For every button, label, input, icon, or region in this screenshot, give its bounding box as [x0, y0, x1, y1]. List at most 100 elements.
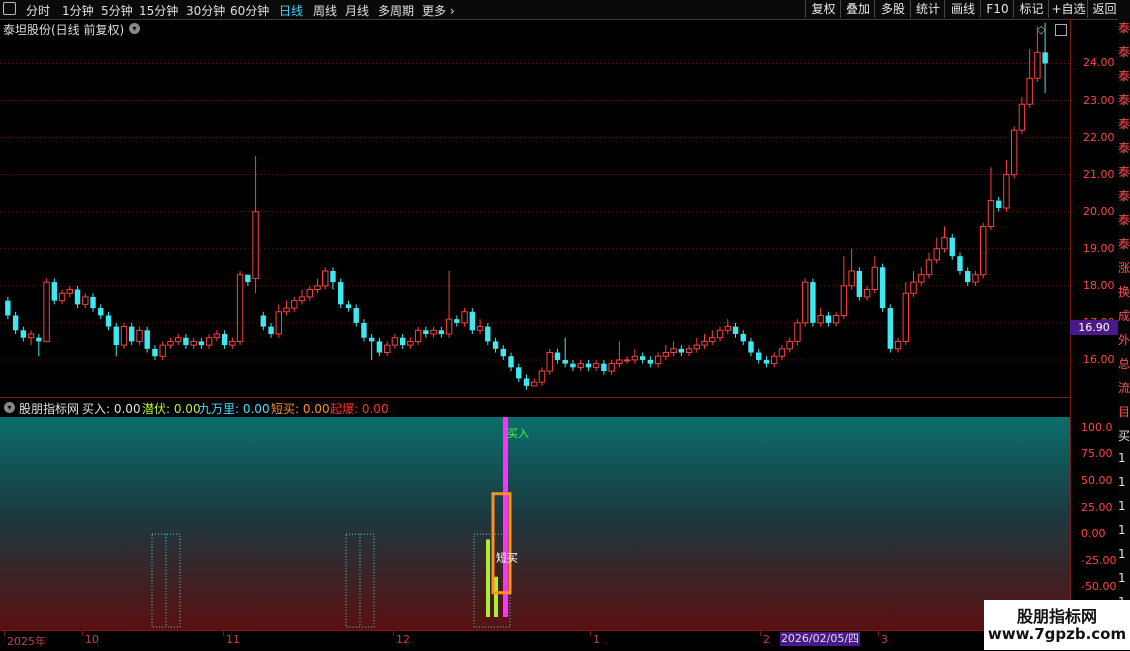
menu-icon[interactable]: [3, 2, 16, 15]
info-strip-char: 泰: [1118, 141, 1130, 155]
candle: [414, 326, 422, 346]
candle: [252, 156, 259, 294]
candle: [887, 304, 894, 353]
indicator-name: 股朋指标网: [19, 402, 80, 416]
period-tab[interactable]: 30分钟: [186, 2, 225, 19]
candle: [863, 285, 871, 301]
candle: [306, 285, 313, 301]
candle: [794, 319, 801, 346]
period-tab[interactable]: 日线: [279, 2, 303, 19]
period-tab[interactable]: 15分钟: [139, 2, 178, 19]
candle: [461, 308, 468, 327]
price-tick-label: 19.00: [1083, 241, 1115, 255]
candle: [639, 352, 646, 364]
info-strip-char: 泰: [1118, 21, 1130, 35]
candle: [361, 319, 367, 342]
candle: [407, 337, 414, 349]
candle: [58, 289, 66, 305]
period-tab[interactable]: 分时: [26, 2, 50, 19]
candle: [608, 359, 615, 375]
price-tick-label: 21.00: [1083, 167, 1115, 181]
right-info-strip: 泰泰泰泰泰泰泰泰泰泰涨换成外总流目买11111111: [1118, 19, 1130, 650]
candle: [245, 274, 251, 286]
period-tab[interactable]: 1分钟: [62, 2, 94, 19]
candle: [693, 337, 701, 353]
candle: [523, 374, 530, 390]
period-tab[interactable]: 60分钟: [230, 2, 269, 19]
indicator-tick-label: 100.0: [1081, 420, 1113, 434]
candle: [12, 311, 19, 334]
candle: [98, 304, 104, 320]
candle: [90, 293, 96, 312]
candle: [902, 282, 910, 346]
info-strip-char: 泰: [1118, 93, 1130, 107]
indicator-header: ▾ 股朋指标网 买入: 0.00 潜伏: 0.00 九万里: 0.00 短买: 0.0…: [0, 397, 1070, 417]
indicator-tick-label: -25.00: [1081, 553, 1117, 567]
toolbar-button[interactable]: +自选: [1048, 0, 1088, 18]
chevron-down-icon[interactable]: ▾: [4, 402, 15, 413]
current-date-marker: 2026/02/05/四: [780, 632, 860, 646]
indicator-value: 短买: 0.00: [271, 402, 330, 416]
candle: [190, 337, 197, 349]
indicator-value: 九万里: 0.00: [199, 402, 270, 416]
info-strip-char: 1: [1118, 523, 1126, 537]
info-strip-char: 流: [1118, 381, 1130, 395]
date-label: 1: [593, 633, 600, 646]
indicator-tick-label: -50.00: [1081, 580, 1117, 594]
candle: [616, 341, 623, 368]
candle: [198, 337, 205, 349]
info-strip-char: 1: [1118, 451, 1126, 465]
candle: [987, 167, 995, 231]
period-tab[interactable]: 多周期: [378, 2, 414, 19]
candle: [832, 311, 840, 327]
candle: [492, 337, 499, 353]
period-tab[interactable]: 5分钟: [101, 2, 133, 19]
toolbar-button[interactable]: 返回: [1087, 0, 1121, 18]
toolbar-button[interactable]: 叠加: [840, 0, 875, 18]
indicator-panel[interactable]: 买入 短买: [0, 417, 1070, 630]
period-tab[interactable]: 更多 ›: [422, 2, 455, 19]
price-tick-label: 23.00: [1083, 93, 1115, 107]
indicator-tick-label: 75.00: [1081, 447, 1113, 461]
toolbar-button[interactable]: 统计: [910, 0, 945, 18]
candle: [183, 334, 189, 349]
candle: [716, 326, 724, 342]
candle: [786, 337, 793, 353]
date-tick: [4, 631, 5, 636]
candle: [120, 322, 128, 349]
toolbar-button[interactable]: F10: [980, 0, 1014, 18]
candle: [1010, 126, 1018, 179]
price-tick-label: 22.00: [1083, 130, 1115, 144]
period-tab[interactable]: 周线: [313, 2, 337, 19]
candle: [298, 289, 306, 305]
date-label: 3: [881, 633, 888, 646]
candle: [925, 252, 933, 279]
candle: [105, 311, 112, 331]
candle: [631, 348, 639, 364]
candle: [508, 352, 514, 372]
toolbar-button[interactable]: 多股: [874, 0, 911, 18]
toolbar-button[interactable]: 画线: [944, 0, 981, 18]
info-strip-char: 买: [1118, 429, 1130, 443]
info-strip-char: 泰: [1118, 189, 1130, 203]
date-label: 10: [85, 633, 99, 646]
toolbar-button[interactable]: 复权: [805, 0, 841, 18]
candle: [260, 311, 267, 331]
info-strip-char: 1: [1118, 499, 1126, 513]
candle: [840, 256, 848, 320]
candle: [430, 326, 437, 338]
info-strip-char: 泰: [1118, 237, 1130, 251]
candle: [685, 345, 693, 357]
candle: [376, 337, 383, 357]
buy-bar: [503, 417, 508, 617]
candle: [724, 319, 731, 334]
info-strip-char: 1: [1118, 571, 1126, 585]
period-tab[interactable]: 月线: [345, 2, 369, 19]
price-tick-label: 18.00: [1083, 278, 1115, 292]
candle: [1042, 22, 1048, 94]
candlestick-chart[interactable]: [0, 19, 1070, 397]
candle: [592, 359, 600, 372]
watermark-url: www.7gpzb.com: [987, 625, 1127, 643]
toolbar-button[interactable]: 标记: [1013, 0, 1049, 18]
candle: [314, 278, 321, 294]
